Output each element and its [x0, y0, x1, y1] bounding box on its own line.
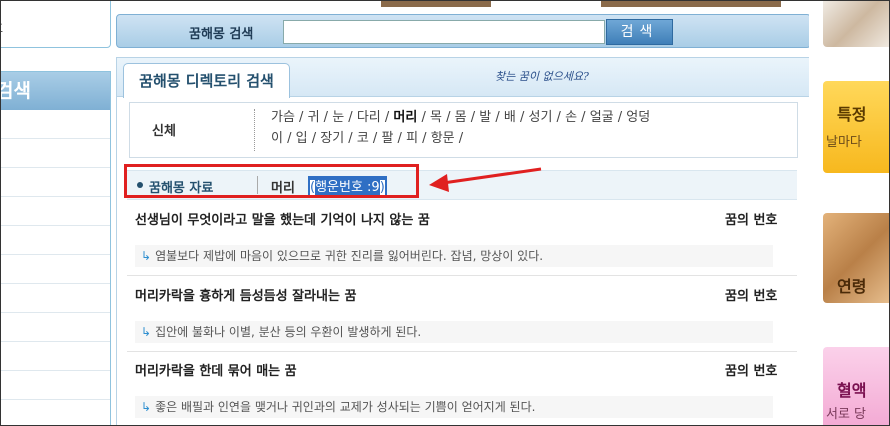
top-banner-image-2	[601, 1, 781, 7]
search-input[interactable]	[283, 20, 605, 44]
item-title[interactable]: 머리카락을 한데 묶어 매는 꿈	[135, 360, 297, 379]
left-menu-item[interactable]	[1, 284, 110, 313]
category-link[interactable]: 머리	[393, 110, 417, 125]
item-desc: ↳ 염불보다 제밥에 마음이 있으므로 귀한 진리를 잃어버린다. 잡념, 망상이…	[135, 245, 773, 267]
item-desc: ↳ 집안에 불화나 이별, 분산 등의 우환이 발생하게 된다.	[135, 321, 773, 343]
category-label: 신체	[152, 124, 176, 139]
category-link[interactable]: 목	[430, 110, 442, 125]
category-link[interactable]: 이	[271, 131, 283, 146]
left-top-text: 호	[1, 19, 3, 36]
left-menu: 검색	[1, 71, 111, 425]
red-arrow-icon	[429, 167, 542, 192]
left-menu-item[interactable]	[1, 255, 110, 284]
ad-title: 특정	[837, 105, 867, 124]
left-menu-item[interactable]	[1, 197, 110, 226]
category-link[interactable]: 몸	[455, 110, 467, 125]
search-button[interactable]: 검색	[606, 19, 673, 45]
ad-banner-2[interactable]: 특정 날마다	[823, 81, 889, 173]
category-link[interactable]: 귀	[308, 110, 320, 125]
category-link[interactable]: 피	[406, 131, 418, 146]
category-link[interactable]: 팔	[381, 131, 393, 146]
tab-directory-search[interactable]: 꿈해몽 디렉토리 검색	[123, 63, 290, 98]
category-line: 가슴 / 귀 / 눈 / 다리 / 머리 / 목 / 몸 / 발 / 배 / 성…	[271, 110, 651, 125]
ad-title: 연령	[837, 277, 867, 296]
item-tag[interactable]: 꿈의 번호	[725, 209, 777, 228]
left-menu-item[interactable]	[1, 110, 110, 139]
category-link[interactable]: 엉덩	[626, 110, 650, 125]
return-arrow-icon: ↳	[141, 400, 152, 414]
item-desc: ↳ 좋은 배필과 인연을 맺거나 귀인과의 교제가 성사되는 기쁨이 얻어지게 된…	[135, 396, 773, 418]
item-title[interactable]: 선생님이 무엇이라고 말을 했는데 기억이 나지 않는 꿈	[135, 209, 430, 228]
category-link[interactable]: 배	[504, 110, 516, 125]
item-title[interactable]: 머리카락을 흉하게 듬성듬성 잘라내는 꿈	[135, 285, 356, 304]
category-list: 가슴 / 귀 / 눈 / 다리 / 머리 / 목 / 몸 / 발 / 배 / 성…	[271, 107, 791, 149]
item-tag[interactable]: 꿈의 번호	[725, 360, 777, 379]
category-link[interactable]: 성기	[528, 110, 552, 125]
category-link[interactable]: 항문	[431, 131, 455, 146]
search-bar: 꿈해몽 검색 검색	[116, 14, 811, 48]
ad-subtitle: 날마다	[826, 135, 862, 150]
category-box: 신체 가슴 / 귀 / 눈 / 다리 / 머리 / 목 / 몸 / 발 / 배 …	[129, 102, 798, 158]
top-banner-image-1	[381, 1, 491, 7]
left-menu-item[interactable]	[1, 342, 110, 371]
category-line: 이 / 입 / 장기 / 코 / 팔 / 피 / 항문 /	[271, 131, 464, 146]
return-arrow-icon: ↳	[141, 249, 152, 263]
category-link[interactable]: 얼굴	[590, 110, 614, 125]
directory-hint-link[interactable]: 찾는 꿈이 없으세요?	[495, 68, 589, 84]
return-arrow-icon: ↳	[141, 325, 152, 339]
search-label: 꿈해몽 검색	[189, 27, 254, 42]
page-frame: 호 검색 꿈해몽 검색 검색 꿈해몽 디렉토리 검색 찾는 꿈이 없으세요? 신…	[0, 0, 890, 426]
category-link[interactable]: 코	[357, 131, 369, 146]
item-divider	[127, 275, 797, 276]
ad-banner-4[interactable]: 혈액 서로 당	[823, 347, 889, 425]
category-link[interactable]: 가슴	[271, 110, 295, 125]
category-link[interactable]: 손	[565, 110, 577, 125]
ad-banner-1[interactable]	[823, 1, 889, 47]
left-menu-item[interactable]	[1, 313, 110, 342]
category-link[interactable]: 다리	[357, 110, 381, 125]
left-menu-head[interactable]: 검색	[1, 72, 110, 110]
highlight-box	[124, 164, 419, 198]
item-tag[interactable]: 꿈의 번호	[725, 285, 777, 304]
ad-banner-3[interactable]: 연령	[823, 213, 889, 303]
category-divider	[254, 109, 255, 151]
ad-subtitle: 서로 당	[826, 407, 867, 422]
right-ad-strip: 특정 날마다 연령 혈액 서로 당	[809, 1, 889, 425]
directory-header: 꿈해몽 디렉토리 검색 찾는 꿈이 없으세요?	[117, 58, 810, 98]
category-link[interactable]: 장기	[320, 131, 344, 146]
left-menu-item[interactable]	[1, 168, 110, 197]
left-menu-item[interactable]	[1, 371, 110, 400]
left-menu-item[interactable]	[1, 226, 110, 255]
left-top-box: 호	[1, 1, 111, 48]
item-divider	[127, 351, 797, 352]
left-menu-item[interactable]	[1, 139, 110, 168]
category-link[interactable]: 눈	[332, 110, 344, 125]
category-link[interactable]: 발	[479, 110, 491, 125]
ad-title: 혈액	[837, 381, 867, 400]
category-link[interactable]: 입	[296, 131, 308, 146]
